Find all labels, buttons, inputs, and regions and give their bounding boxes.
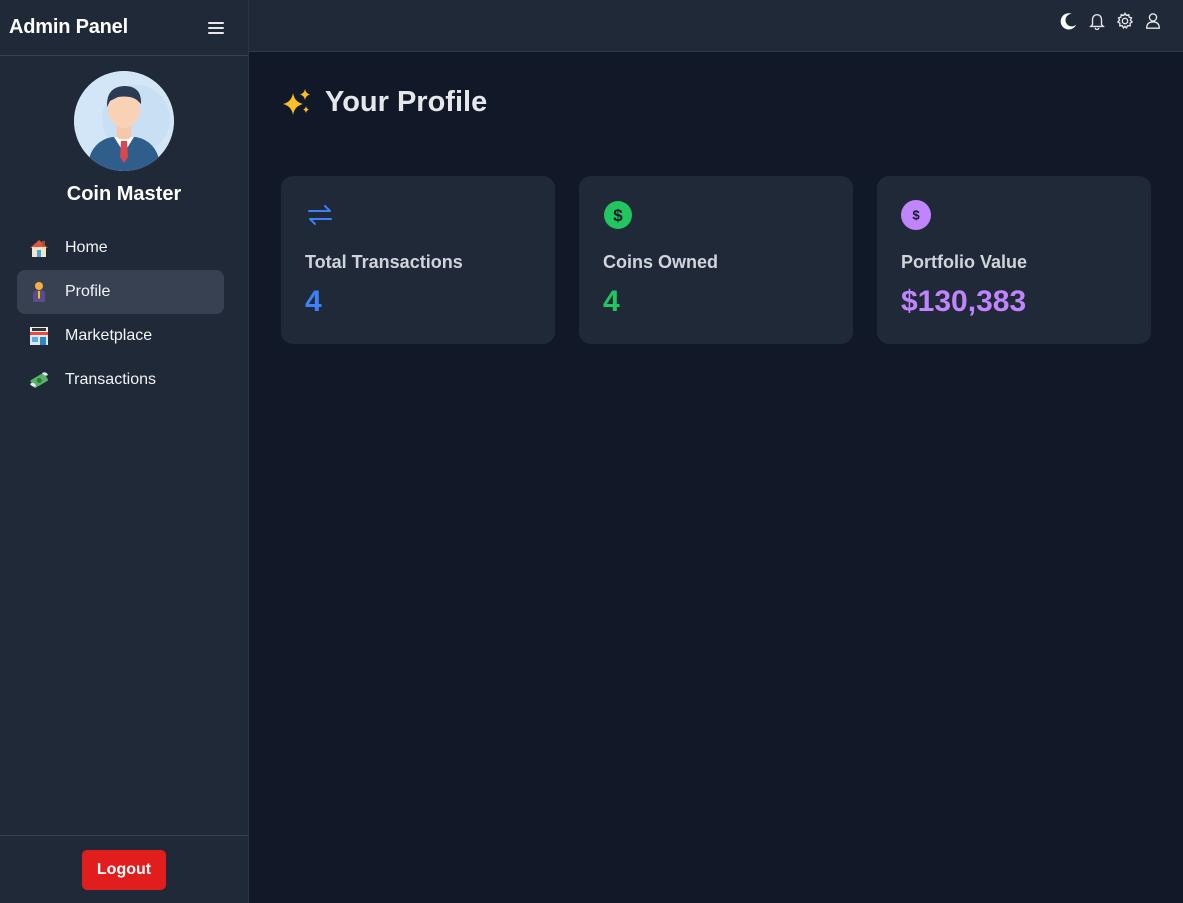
- dollar-circle-icon: $: [901, 200, 931, 230]
- sidebar-item-label: Marketplace: [65, 327, 153, 344]
- arrows-exchange-icon: [305, 200, 335, 230]
- page-heading: Your Profile: [325, 86, 488, 118]
- avatar: [74, 71, 174, 171]
- stat-card-total-transactions: Total Transactions 4: [281, 176, 555, 344]
- logout-button[interactable]: Logout: [82, 849, 166, 890]
- user-icon[interactable]: [1143, 11, 1163, 31]
- moon-icon[interactable]: [1059, 11, 1079, 31]
- sidebar-nav: Home Profile Marketplace Transactions: [0, 226, 248, 402]
- stat-label: Portfolio Value: [901, 252, 1028, 272]
- stat-value: 4: [305, 285, 322, 318]
- sidebar-item-transactions[interactable]: Transactions: [17, 358, 224, 402]
- stat-label: Coins Owned: [603, 252, 719, 272]
- topbar-actions: [1059, 11, 1163, 31]
- main-content: Your Profile Total Transactions 4 $ Coin…: [249, 52, 1183, 903]
- stat-value: $130,383: [901, 285, 1027, 318]
- house-icon: [28, 237, 50, 259]
- sidebar-item-marketplace[interactable]: Marketplace: [17, 314, 224, 358]
- stat-card-portfolio-value: $ Portfolio Value $130,383: [877, 176, 1151, 344]
- stats-cards: Total Transactions 4 $ Coins Owned 4 $ P…: [281, 176, 1151, 344]
- money-wings-icon: [28, 369, 50, 391]
- sparkles-icon: [281, 87, 313, 119]
- username: Coin Master: [66, 183, 182, 205]
- person-icon: [28, 281, 50, 303]
- sidebar-item-profile[interactable]: Profile: [17, 270, 224, 314]
- sidebar-item-label: Profile: [65, 283, 111, 300]
- sidebar-item-label: Transactions: [65, 371, 156, 388]
- sidebar-item-label: Home: [65, 239, 108, 256]
- sidebar-footer: Logout: [0, 835, 248, 903]
- svg-text:$: $: [613, 206, 623, 225]
- topbar: [249, 0, 1183, 52]
- sidebar-header: Admin Panel: [0, 0, 248, 56]
- page-title: Your Profile: [281, 86, 487, 119]
- app: Admin Panel Coin Master Home Profile Mar…: [0, 0, 1183, 903]
- dollar-circle-icon: $: [603, 200, 633, 230]
- profile-summary: Coin Master: [0, 56, 248, 206]
- store-icon: [28, 325, 50, 347]
- sidebar: Admin Panel Coin Master Home Profile Mar…: [0, 0, 249, 903]
- stat-label: Total Transactions: [305, 252, 463, 272]
- hamburger-menu-icon[interactable]: [208, 21, 224, 35]
- sidebar-item-home[interactable]: Home: [17, 226, 224, 270]
- bell-icon[interactable]: [1087, 11, 1107, 31]
- stat-card-coins-owned: $ Coins Owned 4: [579, 176, 853, 344]
- brand-title: Admin Panel: [9, 16, 128, 38]
- gear-icon[interactable]: [1115, 11, 1135, 31]
- svg-text:$: $: [912, 208, 920, 223]
- stat-value: 4: [603, 285, 620, 318]
